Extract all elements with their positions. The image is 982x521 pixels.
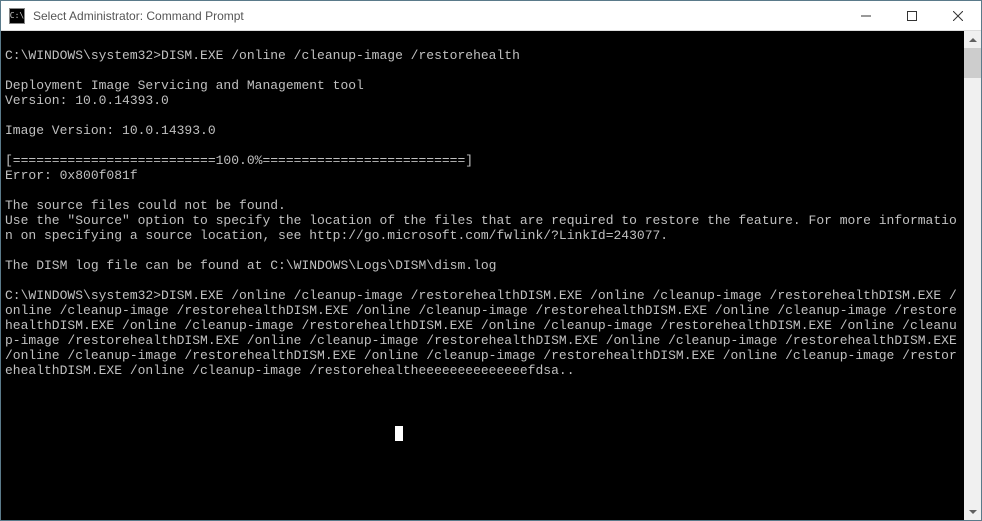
app-icon: C:\ [9,8,25,24]
cmd-icon: C:\ [9,8,25,24]
terminal-text: C:\WINDOWS\system32>DISM.EXE /online /cl… [5,48,964,378]
vertical-scrollbar[interactable] [964,31,981,520]
terminal-output[interactable]: C:\WINDOWS\system32>DISM.EXE /online /cl… [1,31,964,520]
titlebar[interactable]: C:\ Select Administrator: Command Prompt [1,1,981,31]
scroll-track[interactable] [964,48,981,503]
scroll-thumb[interactable] [964,48,981,78]
window-title: Select Administrator: Command Prompt [31,9,843,23]
maximize-button[interactable] [889,1,935,30]
minimize-button[interactable] [843,1,889,30]
close-button[interactable] [935,1,981,30]
scroll-down-arrow[interactable] [964,503,981,520]
window-controls [843,1,981,30]
terminal-container: C:\WINDOWS\system32>DISM.EXE /online /cl… [1,31,981,520]
command-prompt-window: C:\ Select Administrator: Command Prompt… [0,0,982,521]
scroll-up-arrow[interactable] [964,31,981,48]
cursor [395,426,403,441]
